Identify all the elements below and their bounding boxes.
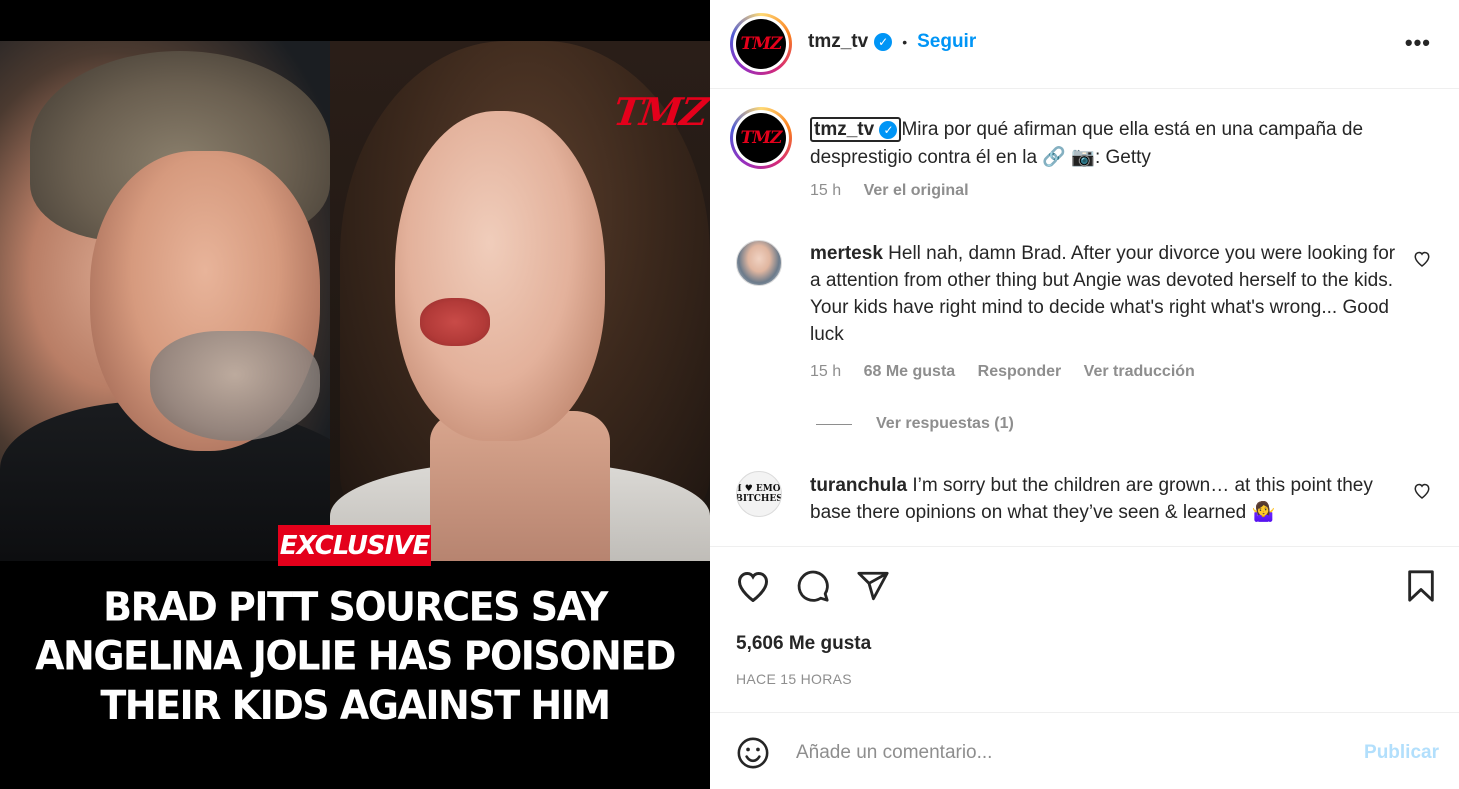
caption-avatar-text: TMZ [740, 128, 783, 148]
bookmark-icon[interactable] [1406, 569, 1436, 603]
post-caption: tmz_tv ✓ Mira por qué afirman que ella es… [810, 116, 1430, 172]
commenter-username[interactable]: mertesk [810, 243, 883, 264]
more-options-icon[interactable]: ••• [1405, 30, 1431, 56]
post-media[interactable]: TMZ EXCLUSIVE BRAD PITT SOURCES SAY ANGE… [0, 0, 710, 789]
avatar-text-line: BITCHES [736, 494, 782, 504]
author-avatar[interactable]: TMZ [730, 13, 792, 75]
avatar-text-line: I ♥ EMO [737, 484, 781, 494]
post-headline: BRAD PITT SOURCES SAY ANGELINA JOLIE HAS… [0, 582, 710, 730]
comment-time[interactable]: 15 h [810, 363, 841, 380]
verified-badge-icon: ✓ [874, 33, 893, 51]
exclusive-badge-label: EXCLUSIVE [279, 530, 431, 561]
translate-button[interactable]: Ver traducción [1084, 363, 1195, 380]
publish-button[interactable]: Publicar [1364, 742, 1439, 764]
commenter-avatar[interactable] [736, 240, 782, 286]
tmz-watermark-logo: TMZ [610, 89, 710, 134]
see-original-button[interactable]: Ver el original [864, 182, 969, 199]
author-username[interactable]: tmz_tv [808, 31, 868, 53]
caption-time[interactable]: 15 h [810, 182, 841, 199]
headline-line: ANGELINA JOLIE HAS POISONED [35, 632, 676, 680]
post-actions: 5,606 Me gusta HACE 15 HORAS [710, 546, 1459, 713]
replies-divider [816, 423, 852, 425]
reply-button[interactable]: Responder [978, 363, 1062, 380]
add-comment-bar: Publicar [710, 714, 1459, 789]
headline-line: THEIR KIDS AGAINST HIM [100, 682, 611, 729]
follow-button[interactable]: Seguir [917, 31, 976, 53]
likes-count[interactable]: 5,606 Me gusta [736, 633, 871, 655]
view-replies-button[interactable]: Ver respuestas (1) [816, 415, 1014, 433]
caption-author-avatar[interactable]: TMZ [730, 107, 792, 169]
emoji-icon[interactable] [736, 736, 770, 775]
commenter-avatar[interactable]: I ♥ EMO BITCHES [736, 471, 782, 517]
caption-username[interactable]: tmz_tv ✓ [810, 117, 902, 142]
separator-dot: • [902, 34, 908, 50]
comment-icon[interactable] [796, 569, 830, 603]
comment-like-heart-icon[interactable] [1413, 482, 1431, 504]
author-avatar-text: TMZ [740, 34, 783, 54]
send-icon[interactable] [856, 569, 890, 603]
comment-body: mertesk Hell nah, damn Brad. After your … [810, 243, 1396, 345]
heart-icon[interactable] [735, 569, 771, 602]
exclusive-badge: EXCLUSIVE [278, 525, 431, 566]
commenter-username[interactable]: turanchula [810, 475, 907, 496]
headline-line: BRAD PITT SOURCES SAY [103, 583, 608, 630]
comment-input[interactable] [796, 738, 1316, 768]
comment-likes[interactable]: 68 Me gusta [864, 363, 956, 380]
comment-meta: 15 h 68 Me gusta Responder Ver traducció… [810, 363, 1213, 381]
post-date: HACE 15 HORAS [736, 671, 852, 687]
comment-like-heart-icon[interactable] [1413, 250, 1431, 272]
view-replies-label: Ver respuestas (1) [876, 415, 1014, 432]
post-photo: TMZ [0, 41, 710, 561]
comments-list[interactable]: TMZ tmz_tv ✓ Mira por qué afirman que ell… [710, 90, 1459, 546]
post-header: TMZ tmz_tv ✓ • Seguir ••• [710, 0, 1459, 89]
post-side-panel: TMZ tmz_tv ✓ • Seguir ••• TMZ tmz_tv ✓ Mi… [710, 0, 1459, 789]
comment-body: turanchula I’m sorry but the children ar… [810, 475, 1373, 523]
caption-meta: 15 h Ver el original [810, 182, 987, 200]
verified-badge-icon: ✓ [879, 120, 898, 139]
